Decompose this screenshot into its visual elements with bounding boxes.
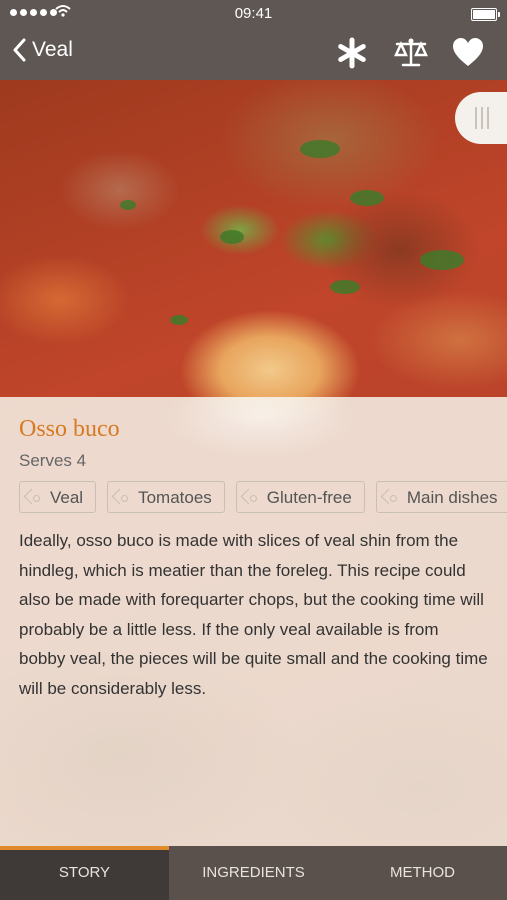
back-button[interactable]: Veal (12, 38, 73, 62)
recipe-description: Ideally, osso buco is made with slices o… (19, 531, 488, 698)
recipe-title: Osso buco (19, 416, 120, 442)
status-bar: 09:41 (0, 0, 507, 26)
tag-gluten-free[interactable]: Gluten-free (235, 481, 365, 513)
heart-icon[interactable] (451, 36, 485, 70)
tab-ingredients[interactable]: INGREDIENTS (169, 846, 338, 900)
status-time: 09:41 (234, 5, 273, 22)
tab-bar: STORY INGREDIENTS METHOD (0, 846, 507, 900)
tag-main-dishes[interactable]: Main dishes (375, 481, 507, 513)
recipe-serves: Serves 4 (19, 451, 87, 470)
scale-icon[interactable] (393, 36, 428, 70)
recipe-tags: Veal Tomatoes Gluten-free Main dishes (19, 481, 507, 515)
back-label: Veal (32, 38, 73, 61)
tag-veal[interactable]: Veal (19, 481, 97, 513)
drawer-handle[interactable] (455, 92, 507, 144)
tag-tomatoes[interactable]: Tomatoes (107, 481, 225, 513)
battery-icon (471, 8, 500, 21)
star-icon[interactable] (335, 36, 369, 70)
chevron-left-icon (13, 38, 26, 62)
handle-bars-icon (475, 107, 489, 129)
navigation-bar: Veal (0, 26, 507, 80)
tab-story[interactable]: STORY (0, 846, 169, 900)
tab-method[interactable]: METHOD (338, 846, 507, 900)
